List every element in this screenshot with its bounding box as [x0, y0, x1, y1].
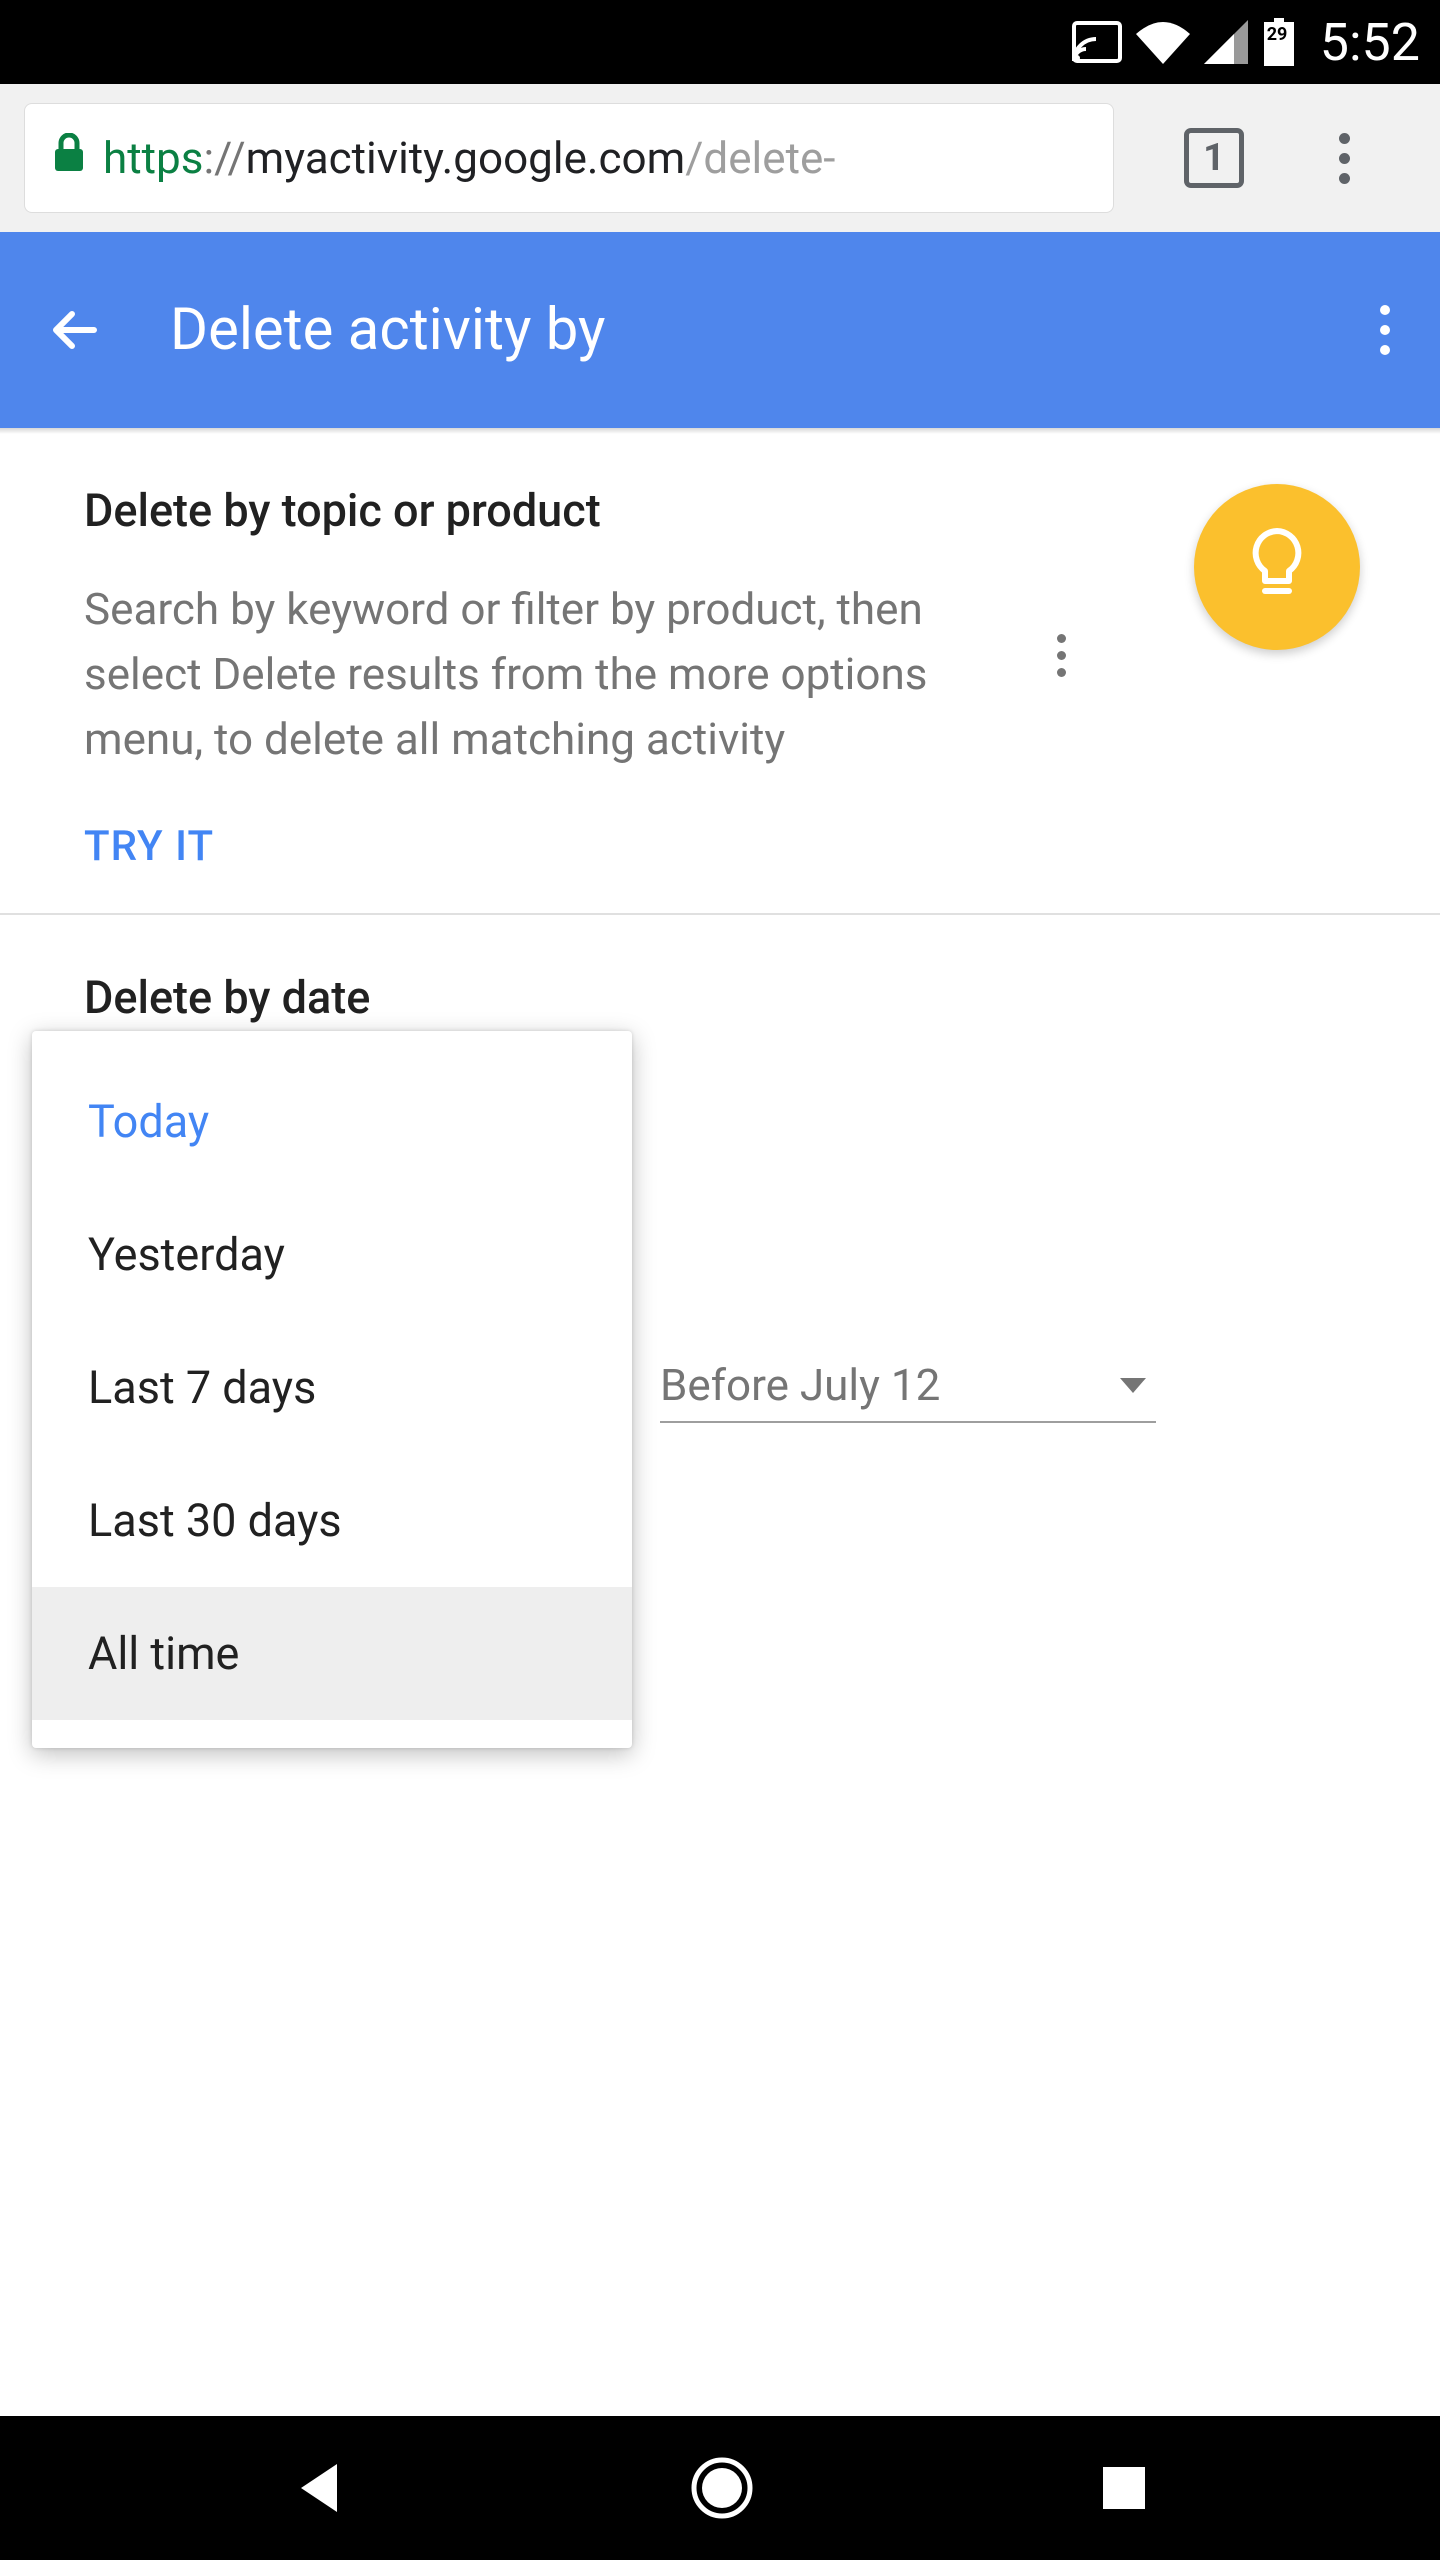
header-menu-button[interactable] [1380, 305, 1390, 355]
try-it-link[interactable]: TRY IT [84, 822, 214, 871]
caret-down-icon [1120, 1378, 1146, 1393]
dropdown-option-today[interactable]: Today [32, 1055, 632, 1188]
url-bar[interactable]: https://myactivity.google.com/delete- [24, 103, 1114, 213]
before-date-select[interactable]: Before July 12 [660, 1359, 1156, 1423]
topic-section-menu-button[interactable] [1057, 634, 1066, 677]
nav-home-button[interactable] [690, 2456, 754, 2520]
signal-icon [1204, 20, 1248, 64]
dropdown-option-last-30-days[interactable]: Last 30 days [32, 1454, 632, 1587]
before-date-label: Before July 12 [660, 1359, 940, 1411]
lock-icon [53, 132, 85, 184]
android-status-bar: 29 5:52 [0, 0, 1440, 84]
cast-icon [1072, 21, 1122, 63]
browser-menu-button[interactable] [1319, 133, 1369, 184]
topic-section-title: Delete by topic or product [84, 484, 1356, 537]
topic-section-description: Search by keyword or filter by product, … [84, 577, 1014, 772]
dropdown-footer [32, 1720, 632, 1748]
android-nav-bar [0, 2416, 1440, 2560]
status-time: 5:52 [1320, 12, 1420, 73]
date-range-dropdown: Today Yesterday Last 7 days Last 30 days… [32, 1031, 632, 1748]
dropdown-option-yesterday[interactable]: Yesterday [32, 1188, 632, 1321]
tab-count-button[interactable]: 1 [1184, 128, 1244, 188]
page-title: Delete activity by [170, 296, 605, 364]
url-text: https://myactivity.google.com/delete- [103, 132, 835, 184]
app-header: Delete activity by [0, 232, 1440, 428]
battery-level: 29 [1267, 24, 1288, 45]
delete-by-date-section: Delete by date Today Yesterday Last 7 da… [0, 915, 1440, 1120]
battery-icon: 29 [1262, 18, 1296, 66]
lightbulb-icon [1244, 525, 1310, 609]
wifi-icon [1136, 20, 1190, 64]
tip-fab-button[interactable] [1194, 484, 1360, 650]
date-section-title: Delete by date [84, 971, 1356, 1024]
delete-by-topic-section: Delete by topic or product Search by key… [0, 434, 1440, 913]
nav-back-button[interactable] [293, 2460, 343, 2516]
dropdown-option-last-7-days[interactable]: Last 7 days [32, 1321, 632, 1454]
nav-recent-button[interactable] [1101, 2465, 1147, 2511]
main-content: Delete by topic or product Search by key… [0, 434, 1440, 1120]
dropdown-option-all-time[interactable]: All time [32, 1587, 632, 1720]
back-button[interactable] [40, 295, 110, 365]
browser-toolbar: https://myactivity.google.com/delete- 1 [0, 84, 1440, 232]
